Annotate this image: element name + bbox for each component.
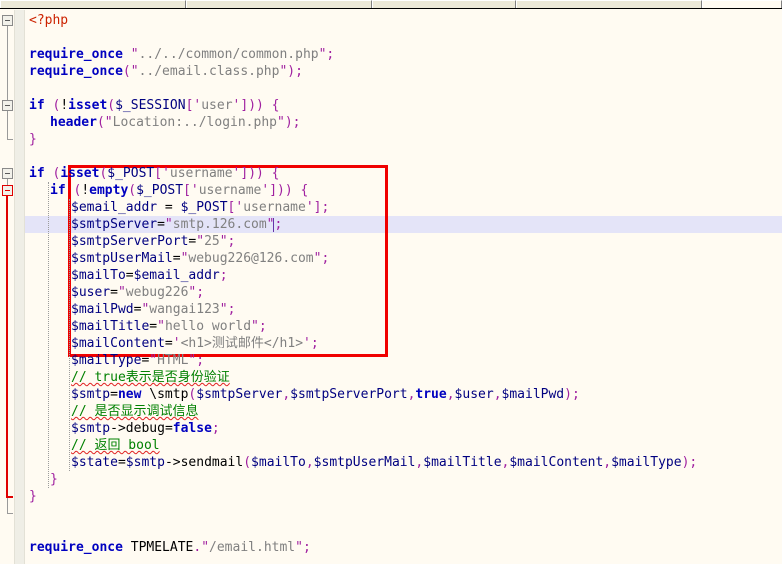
indent-guide [69, 199, 71, 471]
code-line[interactable]: $email_addr = $_POST['username']; [71, 199, 329, 216]
editor-tab-strip[interactable] [0, 0, 782, 9]
code-line[interactable]: $mailType="HTML"; [71, 352, 204, 369]
fold-marker-red[interactable] [2, 185, 13, 196]
code-line[interactable]: $smtp->debug=false; [71, 420, 220, 437]
code-surface[interactable]: <?php require_once "../../common/common.p… [25, 10, 782, 564]
code-line[interactable]: require_once TPMELATE."/email.html"; [29, 539, 311, 556]
fold-spine [7, 110, 8, 140]
code-line[interactable]: $mailTitle="hello world"; [71, 318, 267, 335]
fold-end-marker [7, 139, 13, 140]
fold-end-marker [7, 513, 13, 514]
code-line[interactable]: $state=$smtp->sendmail($mailTo,$smtpUser… [71, 454, 697, 471]
code-line[interactable]: $smtpUserMail="webug226@126.com"; [71, 250, 329, 267]
code-line[interactable]: $smtpServerPort="25"; [71, 233, 235, 250]
fold-spine [7, 25, 8, 106]
code-line[interactable]: require_once "../../common/common.php"; [29, 46, 334, 63]
editor-tab-4[interactable] [516, 0, 702, 8]
fold-end-marker [6, 496, 13, 498]
code-line[interactable]: $mailContent='<h1>测试邮件</h1>'; [71, 335, 319, 352]
code-line[interactable]: if (!empty($_POST['username'])) { [50, 182, 308, 199]
code-line[interactable]: // 返回 bool [71, 437, 160, 454]
editor-tab-3[interactable] [372, 0, 516, 8]
code-line[interactable]: // 是否显示调试信息 [71, 403, 198, 420]
editor-tab-5-active[interactable] [702, 0, 782, 8]
code-line[interactable]: $smtp=new \smtp($smtpServer,$smtpServerP… [71, 386, 580, 403]
code-line[interactable]: require_once("../email.class.php"); [29, 63, 303, 80]
code-line[interactable]: } [29, 131, 37, 148]
code-line[interactable]: // true表示是否身份验证 [71, 369, 230, 386]
fold-marker[interactable] [2, 168, 13, 179]
fold-gutter[interactable] [0, 10, 25, 564]
code-line[interactable]: } [29, 488, 37, 505]
fold-spine [6, 195, 8, 497]
code-line[interactable]: $mailPwd="wangai123"; [71, 301, 235, 318]
code-line[interactable]: if (isset($_POST['username'])) { [29, 165, 280, 182]
code-line[interactable]: $smtpServer="smtp.126.com"; [71, 216, 282, 233]
editor-tab-1[interactable] [0, 0, 186, 8]
code-line[interactable]: if (!isset($_SESSION['user'])) { [29, 97, 280, 114]
fold-marker[interactable] [2, 15, 13, 26]
code-line[interactable]: $user="webug226"; [71, 284, 204, 301]
code-line[interactable]: } [50, 471, 58, 488]
indent-guide [48, 182, 50, 488]
editor-tab-2[interactable] [186, 0, 372, 8]
fold-marker[interactable] [2, 100, 13, 111]
code-line[interactable]: <?php [29, 12, 68, 29]
code-line[interactable]: header("Location:../login.php"); [50, 114, 300, 131]
code-editor[interactable]: <?php require_once "../../common/common.p… [0, 10, 782, 564]
code-line[interactable]: $mailTo=$email_addr; [71, 267, 228, 284]
gutter-band [14, 10, 25, 564]
